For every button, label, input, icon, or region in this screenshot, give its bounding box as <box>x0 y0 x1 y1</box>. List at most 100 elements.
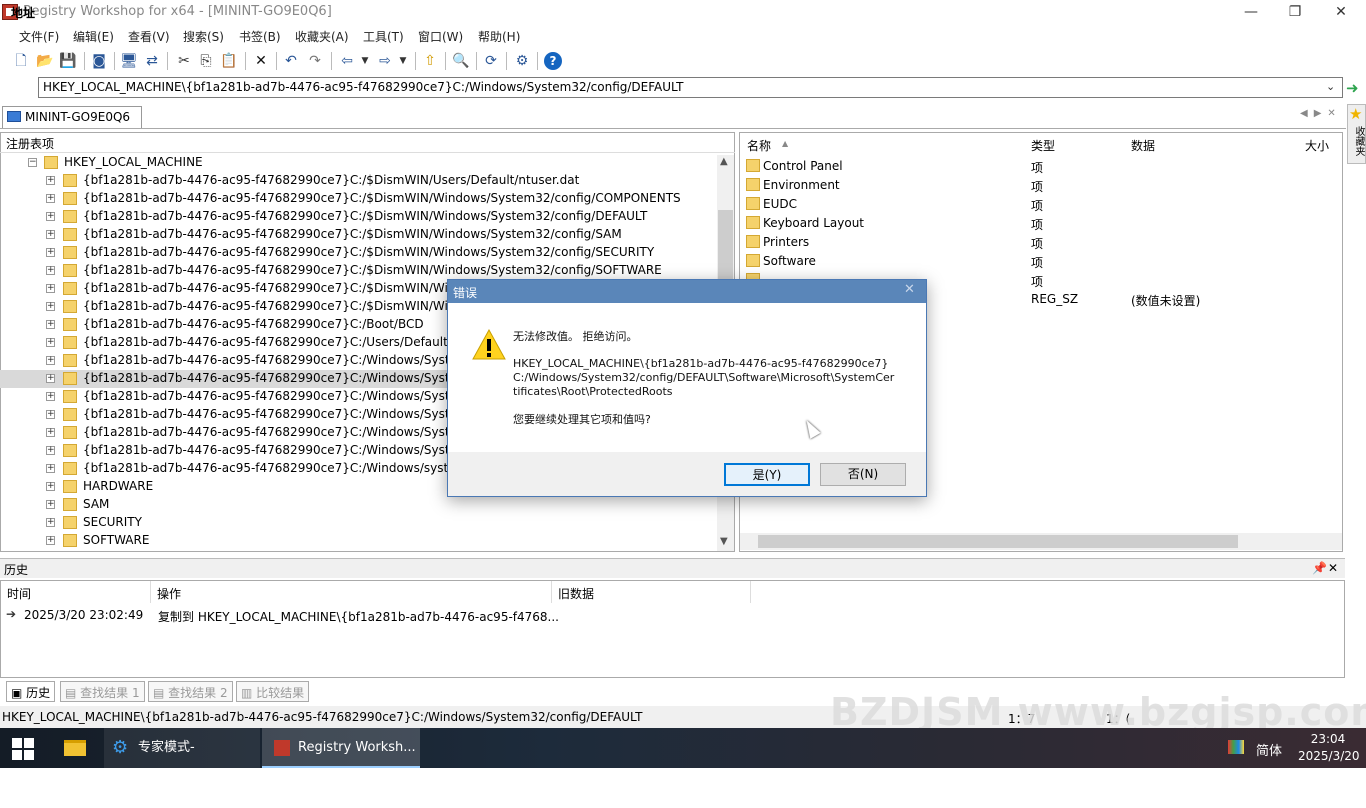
menu-help[interactable]: 帮助(H) <box>478 28 520 45</box>
tree-item[interactable]: + {bf1a281b-ad7b-4476-ac95-f47682990ce7}C… <box>0 226 716 244</box>
back-dropdown-icon[interactable]: ▼ <box>356 52 374 70</box>
pin-icon[interactable]: 📌 <box>1312 561 1327 575</box>
column-data[interactable]: 数据 <box>1131 137 1155 154</box>
column-type[interactable]: 类型 <box>1031 137 1055 154</box>
expand-icon[interactable]: + <box>46 194 55 203</box>
minimize-button[interactable]: — <box>1228 0 1274 24</box>
color-icon[interactable] <box>1228 740 1244 754</box>
list-row[interactable]: Control Panel 项 <box>746 157 1341 176</box>
tree-root[interactable]: − HKEY_LOCAL_MACHINE <box>0 154 716 172</box>
expand-icon[interactable]: + <box>46 230 55 239</box>
expand-icon[interactable]: + <box>46 410 55 419</box>
tree-item[interactable]: + SOFTWARE <box>0 532 716 550</box>
expand-icon[interactable]: + <box>46 284 55 293</box>
tab-find-results-2[interactable]: ▤ 查找结果 2 <box>148 681 233 702</box>
menu-view[interactable]: 查看(V) <box>128 28 170 45</box>
menu-tools[interactable]: 工具(T) <box>363 28 404 45</box>
no-button[interactable]: 否(N) <box>820 463 906 486</box>
expand-icon[interactable]: + <box>46 464 55 473</box>
copy-icon[interactable]: ⎘ <box>197 52 215 70</box>
list-row[interactable]: Environment 项 <box>746 176 1341 195</box>
tab-history[interactable]: ▣ 历史 <box>6 681 56 702</box>
new-icon[interactable]: 🗋 <box>12 52 30 70</box>
save-icon[interactable]: 💾 <box>59 52 77 70</box>
expand-icon[interactable]: + <box>46 302 55 311</box>
expand-icon[interactable]: + <box>46 320 55 329</box>
tree-scrollbar-thumb[interactable] <box>718 210 733 280</box>
list-row[interactable]: EUDC 项 <box>746 195 1341 214</box>
clock[interactable]: 23:04 2025/3/20 <box>1298 731 1360 765</box>
delete-icon[interactable]: ✕ <box>252 52 270 70</box>
tree-item[interactable]: + SECURITY <box>0 514 716 532</box>
taskbar-item-registry[interactable]: Registry Worksh... <box>262 728 420 768</box>
tab-nav-arrows-icon[interactable]: ◀▶✕ <box>1300 108 1342 119</box>
tree-item[interactable]: + {bf1a281b-ad7b-4476-ac95-f47682990ce7}C… <box>0 172 716 190</box>
expand-icon[interactable]: + <box>46 446 55 455</box>
forward-icon[interactable]: ⇨ <box>376 52 394 70</box>
expand-icon[interactable]: + <box>46 248 55 257</box>
chevron-down-icon[interactable]: ⌄ <box>1326 80 1335 93</box>
go-arrow-icon[interactable]: ➜ <box>1346 79 1359 97</box>
forward-dropdown-icon[interactable]: ▼ <box>394 52 412 70</box>
scroll-down-icon[interactable]: ▼ <box>720 536 728 547</box>
history-col-action[interactable]: 操作 <box>157 585 181 602</box>
scroll-up-icon[interactable]: ▲ <box>720 156 728 167</box>
expand-icon[interactable]: + <box>46 176 55 185</box>
address-input[interactable]: HKEY_LOCAL_MACHINE\{bf1a281b-ad7b-4476-a… <box>38 77 1343 98</box>
help-icon[interactable]: ? <box>544 52 562 70</box>
expand-icon[interactable]: + <box>46 518 55 527</box>
expand-icon[interactable]: + <box>46 482 55 491</box>
close-icon[interactable]: ✕ <box>1328 561 1338 575</box>
back-icon[interactable]: ⇦ <box>338 52 356 70</box>
expand-icon[interactable]: + <box>46 338 55 347</box>
history-action[interactable]: 复制到 HKEY_LOCAL_MACHINE\{bf1a281b-ad7b-44… <box>158 608 559 625</box>
undo-icon[interactable]: ↶ <box>282 52 300 70</box>
column-size[interactable]: 大小 <box>1305 137 1329 154</box>
yes-button[interactable]: 是(Y) <box>724 463 810 486</box>
screenshot-icon[interactable]: ◙ <box>90 52 108 70</box>
computer-icon[interactable]: 🖥 <box>120 52 138 70</box>
tab-find-results-1[interactable]: ▤ 查找结果 1 <box>60 681 145 702</box>
up-level-icon[interactable]: ⇧ <box>421 52 439 70</box>
tab-compare-results[interactable]: ▥ 比较结果 <box>236 681 310 702</box>
column-name[interactable]: 名称 <box>747 137 771 154</box>
menu-file[interactable]: 文件(F) <box>19 28 59 45</box>
menu-edit[interactable]: 编辑(E) <box>73 28 114 45</box>
tree-item[interactable]: + {bf1a281b-ad7b-4476-ac95-f47682990ce7}C… <box>0 208 716 226</box>
list-row[interactable]: Printers 项 <box>746 233 1341 252</box>
list-row[interactable]: Keyboard Layout 项 <box>746 214 1341 233</box>
tree-item[interactable]: + SAM <box>0 496 716 514</box>
remote-icon[interactable]: ⇄ <box>143 52 161 70</box>
list-scrollbar-thumb[interactable] <box>758 535 1238 548</box>
history-col-old[interactable]: 旧数据 <box>558 585 594 602</box>
taskbar-item-dism[interactable]: ⚙ 专家模式-Dism++... <box>104 728 260 795</box>
find-icon[interactable]: 🔍 <box>452 52 470 70</box>
tree-item[interactable]: + {bf1a281b-ad7b-4476-ac95-f47682990ce7}C… <box>0 244 716 262</box>
expand-icon[interactable]: + <box>46 536 55 545</box>
menu-favorites[interactable]: 收藏夹(A) <box>295 28 349 45</box>
paste-icon[interactable]: 📋 <box>220 52 238 70</box>
tree-item[interactable]: + {bf1a281b-ad7b-4476-ac95-f47682990ce7}C… <box>0 190 716 208</box>
start-button[interactable] <box>12 738 34 760</box>
cut-icon[interactable]: ✂ <box>175 52 193 70</box>
collapse-icon[interactable]: − <box>28 158 37 167</box>
history-time[interactable]: 2025/3/20 23:02:49 <box>24 608 143 622</box>
close-icon[interactable]: ✕ <box>904 282 915 297</box>
close-button[interactable]: ✕ <box>1318 0 1364 24</box>
menu-bookmarks[interactable]: 书签(B) <box>239 28 281 45</box>
expand-icon[interactable]: + <box>46 428 55 437</box>
tab-machine[interactable]: MININT-GO9E0Q6 <box>2 106 142 128</box>
redo-icon[interactable]: ↷ <box>306 52 324 70</box>
menu-window[interactable]: 窗口(W) <box>418 28 463 45</box>
input-method[interactable]: 简体 <box>1256 740 1282 759</box>
file-explorer-icon[interactable] <box>60 728 92 768</box>
settings-icon[interactable]: ⚙ <box>513 52 531 70</box>
menu-search[interactable]: 搜索(S) <box>183 28 224 45</box>
restore-button[interactable]: ❐ <box>1272 0 1318 24</box>
refresh-icon[interactable]: ⟳ <box>482 52 500 70</box>
open-icon[interactable]: 📂 <box>36 52 54 70</box>
expand-icon[interactable]: + <box>46 374 55 383</box>
expand-icon[interactable]: + <box>46 392 55 401</box>
list-row[interactable]: Software 项 <box>746 252 1341 271</box>
history-col-time[interactable]: 时间 <box>7 585 31 602</box>
